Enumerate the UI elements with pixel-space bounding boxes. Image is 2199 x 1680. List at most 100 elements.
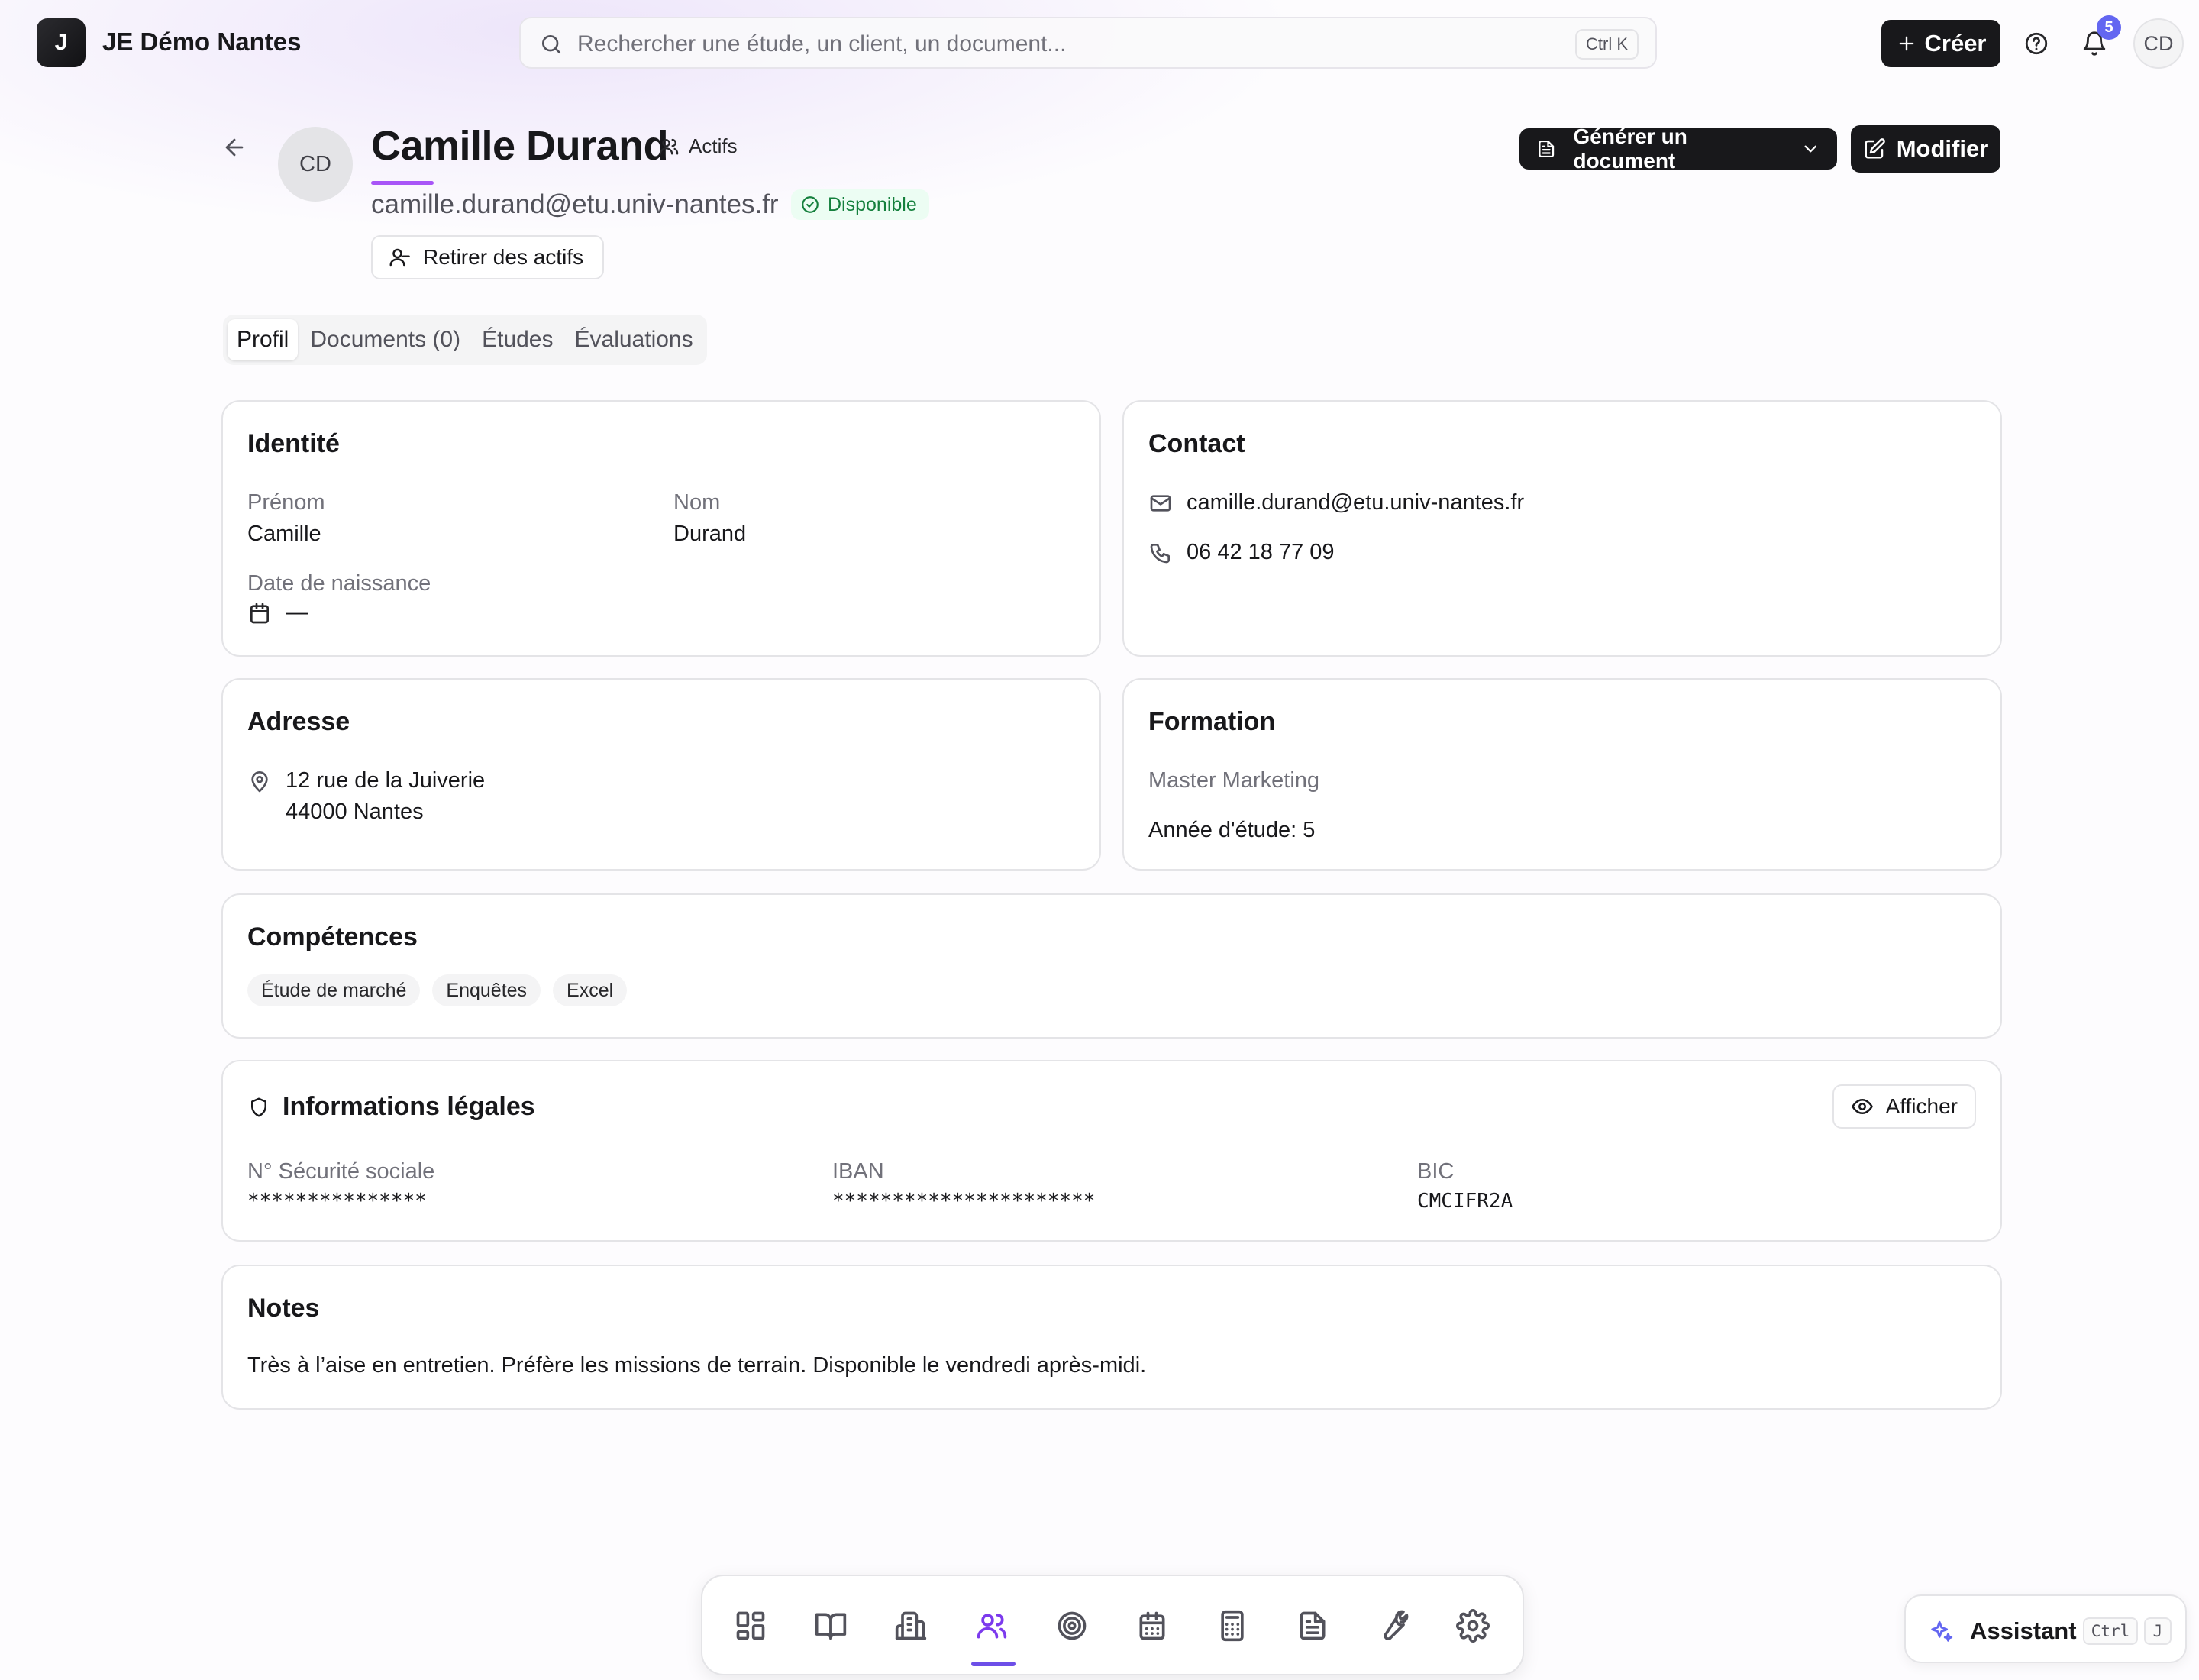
skills-title: Compétences xyxy=(247,922,418,951)
legal-info-card: Informations légales Afficher N° Sécurit… xyxy=(221,1060,2002,1242)
skill-chip: Enquêtes xyxy=(432,974,541,1006)
dock-dashboard[interactable] xyxy=(724,1599,777,1653)
dock-tools[interactable] xyxy=(1366,1599,1419,1653)
target-icon xyxy=(1058,1611,1087,1640)
show-legal-label: Afficher xyxy=(1885,1094,1958,1118)
building-icon xyxy=(895,1611,927,1640)
calendar-icon xyxy=(250,603,269,623)
help-icon[interactable] xyxy=(2023,31,2049,57)
shield-icon xyxy=(251,1097,266,1116)
wrench-icon xyxy=(1384,1610,1409,1640)
generate-document-button[interactable]: Générer un document xyxy=(1519,124,1837,173)
address-line1: 12 rue de la Juiverie xyxy=(286,768,486,793)
formation-title: Formation xyxy=(1148,707,1276,736)
tab-documents[interactable]: Documents (0) xyxy=(301,319,470,360)
assistant-button[interactable]: Assistant Ctrl J xyxy=(1904,1594,2187,1663)
app-name[interactable]: JE Démo Nantes xyxy=(102,27,301,57)
address-title: Adresse xyxy=(247,707,350,736)
bic-label: BIC xyxy=(1417,1159,1455,1184)
legal-title-row: Informations légales xyxy=(247,1092,535,1122)
profile-email: camille.durand@etu.univ-nantes.fr xyxy=(371,189,779,219)
dock-settings[interactable] xyxy=(1446,1599,1500,1653)
notification-badge: 5 xyxy=(2097,15,2121,40)
mail-icon xyxy=(1150,494,1171,512)
dock-calendar[interactable] xyxy=(1125,1599,1179,1653)
skill-chip: Étude de marché xyxy=(247,974,421,1006)
ssn-label: N° Sécurité sociale xyxy=(247,1159,435,1184)
chevron-down-icon xyxy=(1804,145,1816,153)
search-placeholder: Rechercher une étude, un client, un docu… xyxy=(577,31,1067,57)
modify-button[interactable]: Modifier xyxy=(1851,125,2000,173)
member-status: Actifs xyxy=(658,134,738,158)
first-name-value: Camille xyxy=(247,522,321,546)
birth-date-value: — xyxy=(286,600,308,625)
dashboard-icon xyxy=(736,1611,765,1640)
notes-card: Notes Très à l’aise en entretien. Préfèr… xyxy=(221,1265,2002,1410)
dock-members[interactable] xyxy=(965,1599,1019,1653)
birth-date-row: — xyxy=(247,600,308,625)
search-shortcut: Ctrl K xyxy=(1575,29,1639,60)
dock-calculator[interactable] xyxy=(1206,1599,1259,1653)
tab-evaluations[interactable]: Évaluations xyxy=(566,319,702,360)
contact-email-row[interactable]: camille.durand@etu.univ-nantes.fr xyxy=(1148,490,1524,515)
birth-date-label: Date de naissance xyxy=(247,571,431,596)
dock-documents[interactable] xyxy=(1286,1599,1339,1653)
contact-title: Contact xyxy=(1148,429,1245,458)
legal-title: Informations légales xyxy=(283,1092,535,1121)
ssn-value: *************** xyxy=(247,1190,427,1213)
app-logo[interactable]: J xyxy=(37,18,86,67)
create-button[interactable]: Créer xyxy=(1881,20,2000,67)
users-icon xyxy=(977,1614,1007,1639)
dock-companies[interactable] xyxy=(884,1599,938,1653)
dock-book[interactable] xyxy=(804,1599,857,1653)
address-card: Adresse 12 rue de la Juiverie 44000 Nant… xyxy=(221,678,1101,871)
profile-name: Camille Durand xyxy=(371,123,669,169)
notes-text: Très à l’aise en entretien. Préfère les … xyxy=(247,1353,1147,1378)
show-legal-button[interactable]: Afficher xyxy=(1832,1084,1976,1129)
contact-phone-row[interactable]: 06 42 18 77 09 xyxy=(1148,540,1335,565)
notes-title: Notes xyxy=(247,1294,320,1323)
skills-card: Compétences Étude de marché Enquêtes Exc… xyxy=(221,893,2002,1039)
identity-title: Identité xyxy=(247,429,340,458)
settings-icon xyxy=(1456,1609,1490,1643)
phone-icon xyxy=(1150,543,1170,563)
calculator-icon xyxy=(1221,1610,1244,1642)
calendar-icon xyxy=(1139,1611,1165,1640)
skill-chip: Excel xyxy=(553,974,628,1006)
member-status-label: Actifs xyxy=(689,134,738,157)
edit-icon xyxy=(1865,138,1885,159)
tab-profil[interactable]: Profil xyxy=(228,319,299,360)
map-pin-icon xyxy=(251,771,268,793)
dock-active-indicator xyxy=(971,1662,1016,1666)
remove-from-active-button[interactable]: Retirer des actifs xyxy=(371,235,604,279)
eye-icon xyxy=(1851,1099,1873,1114)
assistant-label: Assistant xyxy=(1970,1617,2077,1644)
tab-etudes[interactable]: Études xyxy=(473,319,562,360)
check-circle-icon xyxy=(802,196,819,213)
bottom-dock xyxy=(701,1575,1524,1675)
user-avatar[interactable]: CD xyxy=(2133,18,2184,69)
address-line2: 44000 Nantes xyxy=(286,800,424,824)
back-arrow-icon[interactable] xyxy=(221,134,247,160)
search-bar[interactable]: Rechercher une étude, un client, un docu… xyxy=(519,17,1657,69)
remove-from-active-label: Retirer des actifs xyxy=(423,245,584,269)
document-icon xyxy=(1300,1611,1326,1640)
name-accent-underline xyxy=(371,181,434,185)
bic-value: CMCIFR2A xyxy=(1417,1190,1513,1213)
formation-program: Master Marketing xyxy=(1148,768,1320,793)
document-icon xyxy=(1539,140,1555,158)
assistant-shortcut-j: J xyxy=(2144,1617,2172,1645)
assistant-shortcut-ctrl: Ctrl xyxy=(2083,1617,2138,1645)
plus-icon xyxy=(1899,36,1913,51)
dock-goals[interactable] xyxy=(1045,1599,1099,1653)
top-bar: J JE Démo Nantes Rechercher une étude, u… xyxy=(0,0,2199,86)
last-name-label: Nom xyxy=(673,490,721,515)
modify-label: Modifier xyxy=(1896,135,1989,162)
create-label: Créer xyxy=(1924,30,1987,57)
sparkles-icon xyxy=(1931,1620,1953,1642)
formation-year: Année d'étude: 5 xyxy=(1148,818,1316,842)
first-name-label: Prénom xyxy=(247,490,325,515)
iban-label: IBAN xyxy=(832,1159,884,1184)
user-minus-icon xyxy=(389,248,410,267)
last-name-value: Durand xyxy=(673,522,747,546)
